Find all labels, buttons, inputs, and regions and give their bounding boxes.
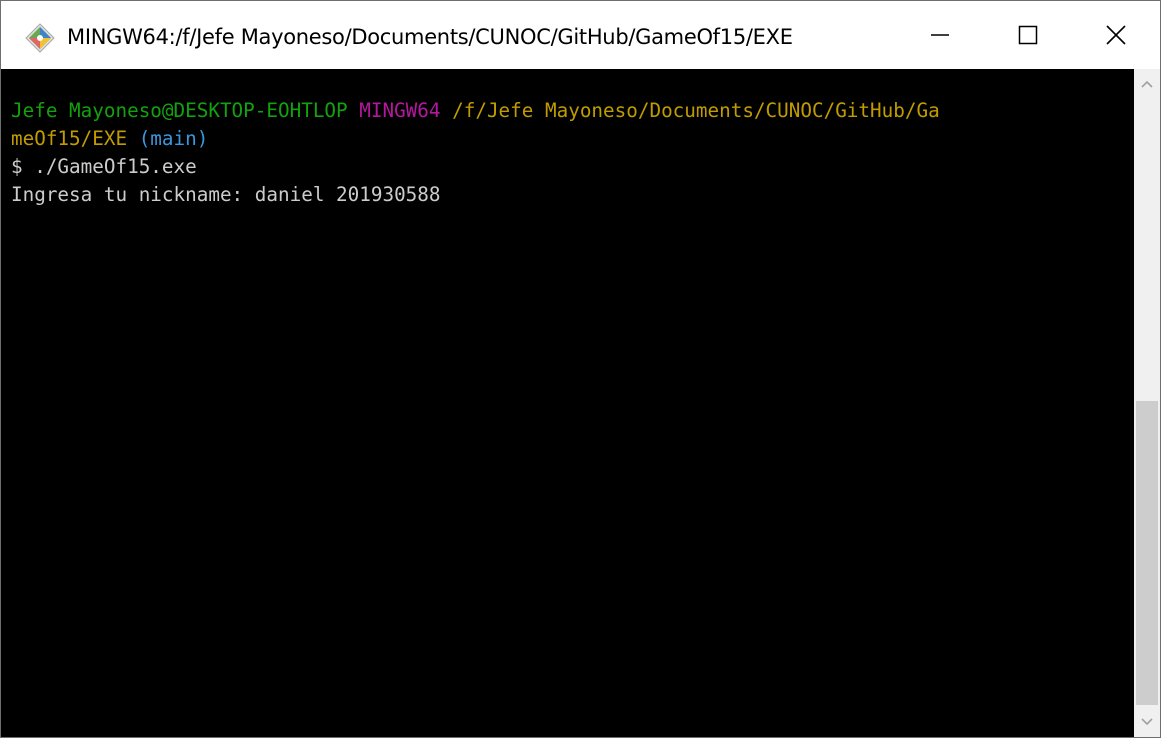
vertical-scrollbar[interactable] bbox=[1134, 69, 1160, 737]
prompt-path-continued: meOf15/EXE bbox=[11, 127, 128, 150]
maximize-button[interactable] bbox=[984, 1, 1072, 69]
program-output-line: Ingresa tu nickname: daniel 201930588 bbox=[11, 183, 441, 206]
prompt-branch: (main) bbox=[138, 127, 209, 150]
close-button[interactable] bbox=[1072, 1, 1160, 69]
scroll-thumb[interactable] bbox=[1136, 401, 1158, 705]
chevron-down-icon bbox=[1141, 718, 1153, 726]
prompt-path: /f/Jefe Mayoneso/Documents/CUNOC/GitHub/… bbox=[452, 99, 940, 122]
prompt-env: MINGW64 bbox=[359, 99, 441, 122]
close-icon bbox=[1106, 25, 1126, 45]
scroll-down-button[interactable] bbox=[1134, 707, 1160, 737]
command-line: $ ./GameOf15.exe bbox=[11, 155, 197, 178]
terminal-window: MINGW64:/f/Jefe Mayoneso/Documents/CUNOC… bbox=[0, 0, 1161, 738]
git-bash-icon bbox=[25, 23, 55, 53]
scroll-up-button[interactable] bbox=[1134, 69, 1160, 99]
prompt-line-1: Jefe Mayoneso@DESKTOP-EOHTLOP MINGW64 /f… bbox=[11, 97, 1131, 125]
chevron-up-icon bbox=[1141, 80, 1153, 88]
minimize-button[interactable] bbox=[896, 1, 984, 69]
prompt-line-2: meOf15/EXE (main) bbox=[11, 125, 1131, 153]
terminal-lines: Jefe Mayoneso@DESKTOP-EOHTLOP MINGW64 /f… bbox=[11, 97, 1131, 209]
maximize-icon bbox=[1018, 25, 1038, 45]
window-title: MINGW64:/f/Jefe Mayoneso/Documents/CUNOC… bbox=[67, 25, 793, 49]
terminal-output-area[interactable]: Jefe Mayoneso@DESKTOP-EOHTLOP MINGW64 /f… bbox=[1, 69, 1134, 737]
title-bar[interactable]: MINGW64:/f/Jefe Mayoneso/Documents/CUNOC… bbox=[1, 1, 1160, 69]
minimize-icon bbox=[931, 34, 949, 36]
prompt-user-host: Jefe Mayoneso@DESKTOP-EOHTLOP bbox=[11, 99, 348, 122]
